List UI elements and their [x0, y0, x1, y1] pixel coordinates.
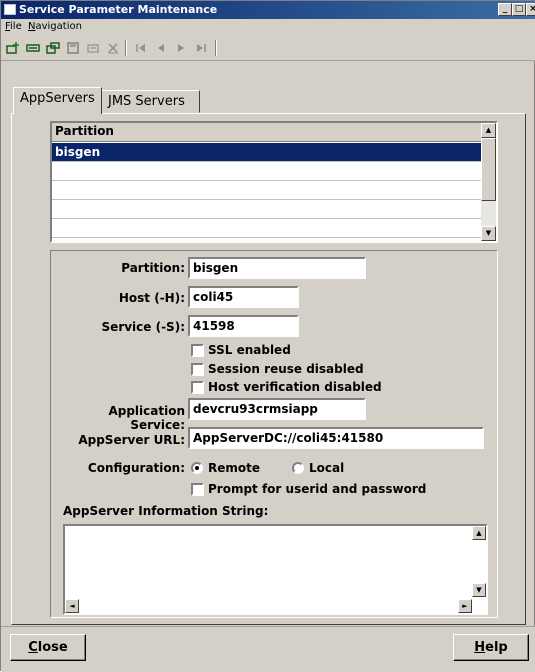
- remote-label: Remote: [208, 461, 261, 475]
- application-service-label: Application Service:: [108, 404, 185, 432]
- tab-appservers[interactable]: AppServers: [13, 87, 102, 114]
- window-title: Service Parameter Maintenance: [19, 3, 218, 16]
- host-label: Host (-H):: [118, 291, 185, 305]
- partition-field[interactable]: [188, 257, 366, 279]
- prompt-credentials-label: Prompt for userid and password: [208, 482, 427, 496]
- title-bar[interactable]: Service Parameter Maintenance _ □ ×: [1, 1, 535, 19]
- previous-icon[interactable]: [153, 40, 169, 56]
- configuration-label: Configuration:: [87, 461, 185, 475]
- list-item[interactable]: [52, 219, 481, 238]
- service-label: Service (-S):: [101, 320, 185, 334]
- service-field[interactable]: [188, 315, 299, 337]
- scroll-left-button[interactable]: ◄: [65, 599, 79, 613]
- session-reuse-checkbox[interactable]: [191, 363, 204, 376]
- appserver-url-field[interactable]: [188, 427, 484, 449]
- refresh-icon[interactable]: [85, 40, 101, 56]
- close-button[interactable]: Close: [10, 634, 86, 661]
- minimize-button[interactable]: _: [498, 3, 512, 16]
- prompt-credentials-checkbox[interactable]: [191, 483, 204, 496]
- tab-jms-servers[interactable]: JMS Servers: [101, 90, 200, 113]
- host-verification-checkbox[interactable]: [191, 381, 204, 394]
- local-radio[interactable]: [292, 462, 304, 474]
- local-label: Local: [309, 461, 345, 475]
- cancel-icon[interactable]: [105, 40, 121, 56]
- close-window-button[interactable]: ×: [526, 3, 535, 16]
- menu-navigation[interactable]: Navigation: [28, 21, 82, 32]
- save-icon[interactable]: [65, 40, 81, 56]
- list-item[interactable]: [52, 162, 481, 181]
- app-icon: [4, 4, 16, 15]
- application-window: Service Parameter Maintenance _ □ × File…: [0, 0, 535, 672]
- scroll-right-button[interactable]: ►: [458, 599, 472, 613]
- info-string-textarea[interactable]: ▲ ▼ ◄ ►: [63, 524, 488, 615]
- host-field[interactable]: [188, 286, 299, 308]
- session-reuse-label: Session reuse disabled: [208, 362, 364, 376]
- tab-appservers-label: AppServers: [20, 91, 95, 106]
- appserver-url-label: AppServer URL:: [78, 433, 185, 447]
- list-item[interactable]: bisgen: [52, 143, 481, 162]
- next-icon[interactable]: [173, 40, 189, 56]
- ssl-enabled-checkbox[interactable]: [191, 344, 204, 357]
- list-scrollbar[interactable]: ▲ ▼: [481, 123, 496, 241]
- toolbar: [1, 35, 535, 61]
- scroll-down-button[interactable]: ▼: [472, 583, 486, 597]
- help-button[interactable]: Help: [453, 634, 529, 661]
- toolbar-separator: [215, 40, 217, 56]
- scroll-up-button[interactable]: ▲: [481, 123, 496, 138]
- scroll-thumb[interactable]: [481, 138, 496, 201]
- toolbar-separator: [125, 40, 127, 56]
- menu-file[interactable]: File: [5, 21, 22, 32]
- copy-icon[interactable]: [45, 40, 61, 56]
- scroll-up-button[interactable]: ▲: [472, 526, 486, 540]
- list-item[interactable]: [52, 200, 481, 219]
- remote-radio[interactable]: [191, 462, 203, 474]
- delete-icon[interactable]: [25, 40, 41, 56]
- partition-list[interactable]: Partition bisgen ▲ ▼: [50, 121, 498, 243]
- partition-column-header[interactable]: Partition: [52, 123, 481, 142]
- host-verification-label: Host verification disabled: [208, 380, 382, 394]
- new-icon[interactable]: [5, 40, 21, 56]
- tab-jms-servers-label: JMS Servers: [108, 94, 185, 109]
- menu-bar: File Navigation: [1, 19, 535, 35]
- info-string-label: AppServer Information String:: [63, 504, 269, 518]
- last-icon[interactable]: [193, 40, 209, 56]
- list-item[interactable]: [52, 181, 481, 200]
- first-icon[interactable]: [133, 40, 149, 56]
- ssl-enabled-label: SSL enabled: [208, 343, 291, 357]
- application-service-field[interactable]: [188, 398, 366, 420]
- partition-label: Partition:: [121, 261, 185, 275]
- scroll-down-button[interactable]: ▼: [481, 226, 496, 241]
- maximize-button[interactable]: □: [512, 3, 526, 16]
